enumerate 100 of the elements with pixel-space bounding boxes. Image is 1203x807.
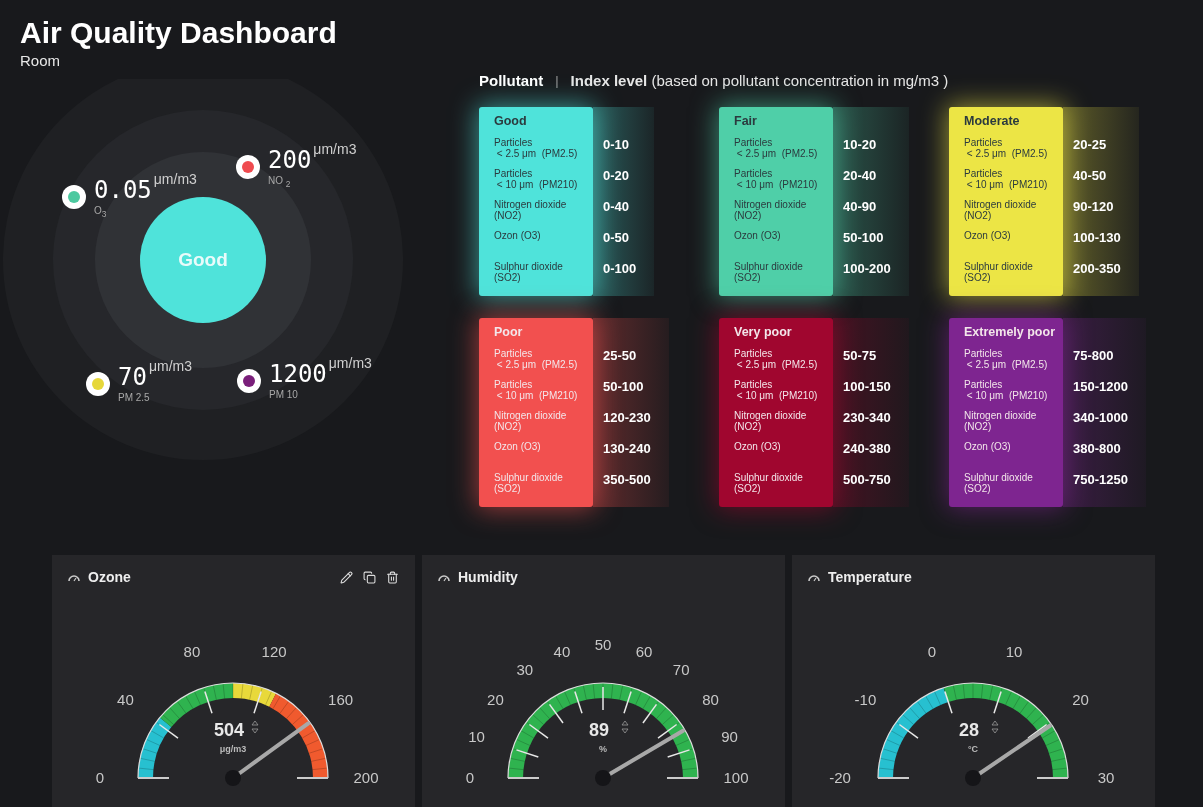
pollutant-name: Particles < 10 μm (PM210): [494, 168, 579, 192]
range-value: 230-340: [843, 410, 891, 427]
pollutant-name: Particles < 2.5 μm (PM2.5): [494, 137, 579, 161]
range-value: 20-25: [1073, 137, 1108, 154]
range-value: 100-150: [843, 379, 891, 396]
reading-unit: μm/m3: [328, 355, 372, 371]
pollutant-name: Sulphur dioxide (SO2): [494, 261, 564, 285]
pollutant-name: Particles < 2.5 μm (PM2.5): [734, 348, 819, 372]
stepper-icon[interactable]: [621, 720, 629, 734]
pollutant-name: Particles < 2.5 μm (PM2.5): [734, 137, 819, 161]
edit-icon[interactable]: [340, 570, 353, 584]
reading-unit: μm/m3: [313, 141, 357, 157]
tick-label: 30: [516, 661, 534, 679]
tick-label: 0: [465, 769, 475, 786]
pollutant-name: Particles < 2.5 μm (PM2.5): [964, 137, 1049, 161]
panel-title: Temperature: [828, 569, 913, 585]
range-value: 100-130: [1073, 230, 1121, 247]
range-value: 350-500: [603, 472, 651, 489]
level-name: Moderate: [964, 113, 1021, 130]
tick-label: -20: [829, 769, 851, 786]
level-name: Extremely poor: [964, 324, 1056, 341]
level-name: Poor: [494, 324, 524, 341]
pollutant-name: Particles < 10 μm (PM210): [964, 168, 1049, 192]
pollutant-name: Ozon (O3): [734, 441, 782, 454]
reading-unit: μm/m3: [153, 171, 197, 187]
pollutant-name: Sulphur dioxide (SO2): [964, 261, 1034, 285]
pollutant-name: Ozon (O3): [964, 441, 1012, 454]
pollutant-name: Nitrogen dioxide (NO2): [734, 410, 808, 434]
range-value: 150-1200: [1073, 379, 1128, 396]
pollutant-name: Nitrogen dioxide (NO2): [964, 199, 1038, 223]
reading-value: 200: [268, 145, 312, 175]
tick-label: 80: [702, 690, 719, 708]
range-value: 750-1250: [1073, 472, 1128, 489]
pollutant-name: Particles < 10 μm (PM210): [734, 379, 819, 403]
pollutant-heading: Pollutant: [479, 71, 544, 89]
stepper-icon[interactable]: [991, 720, 999, 734]
tick-label: 10: [468, 727, 485, 745]
level-name: Very poor: [734, 324, 793, 341]
pollutant-name: Ozon (O3): [494, 230, 542, 243]
separator: |: [555, 72, 559, 88]
tick-label: 160: [328, 690, 354, 708]
pollutant-name: Sulphur dioxide (SO2): [964, 472, 1034, 496]
tick-label: 20: [487, 690, 504, 708]
range-value: 130-240: [603, 441, 651, 458]
range-value: 50-100: [843, 230, 885, 247]
pollutant-label: NO $_{2}$: [268, 175, 292, 189]
tick-label: -10: [854, 690, 877, 708]
room-label: Room: [20, 52, 61, 69]
tick-label: 90: [721, 727, 738, 745]
range-value: 200-350: [1073, 261, 1121, 278]
pollutant-label: PM 10: [269, 389, 299, 400]
range-value: 500-750: [843, 472, 891, 489]
panel-title: Humidity: [458, 569, 519, 585]
tick-label: 0: [927, 642, 937, 660]
pollutant-name: Nitrogen dioxide (NO2): [494, 410, 568, 434]
panel-title: Ozone: [88, 569, 132, 585]
gauge-value: 89: [589, 720, 609, 740]
delete-icon[interactable]: [386, 570, 399, 584]
gauge-value: 504: [214, 720, 244, 740]
range-value: 90-120: [1073, 199, 1115, 216]
range-value: 340-1000: [1073, 410, 1128, 427]
tick-label: 40: [117, 690, 134, 708]
gauge-unit: %: [599, 744, 607, 754]
gauge-icon: [438, 572, 450, 582]
tick-label: 20: [1072, 690, 1089, 708]
gauge-unit: °C: [967, 744, 979, 754]
pollutant-name: Nitrogen dioxide (NO2): [494, 199, 568, 223]
dashboard-title: Air Quality Dashboard: [20, 16, 338, 50]
pollutant-name: Ozon (O3): [734, 230, 782, 243]
pollutant-name: Particles < 10 μm (PM210): [734, 168, 819, 192]
range-value: 0-50: [603, 230, 631, 247]
range-value: 380-800: [1073, 441, 1122, 458]
range-value: 20-40: [843, 168, 878, 185]
range-value: 75-800: [1073, 348, 1115, 365]
pollutant-name: Ozon (O3): [964, 230, 1012, 243]
tick-label: 70: [672, 661, 690, 679]
pollutant-name: Sulphur dioxide (SO2): [494, 472, 564, 496]
tick-label: 60: [635, 642, 653, 660]
range-value: 40-50: [1073, 168, 1108, 185]
tick-label: 100: [723, 769, 749, 786]
pollutant-name: Sulphur dioxide (SO2): [734, 261, 804, 285]
range-value: 0-100: [603, 261, 637, 278]
tick-label: 0: [95, 769, 105, 786]
range-value: 0-40: [603, 199, 631, 216]
pollutant-name: Ozon (O3): [494, 441, 542, 454]
level-name: Fair: [734, 113, 758, 130]
tick-label: 40: [553, 642, 571, 660]
range-value: 100-200: [843, 261, 891, 278]
reading-value: 1200: [269, 359, 327, 389]
reading-value: 70: [118, 362, 147, 392]
gauge-icon: [808, 572, 820, 582]
range-value: 50-75: [843, 348, 878, 365]
tick-label: 30: [1097, 769, 1115, 786]
copy-icon[interactable]: [363, 570, 376, 584]
pollutant-name: Nitrogen dioxide (NO2): [964, 410, 1038, 434]
tick-label: 120: [261, 642, 287, 660]
stepper-icon[interactable]: [251, 720, 259, 734]
tick-label: 80: [183, 642, 201, 660]
tick-label: 200: [353, 769, 379, 786]
pollutant-label: O$_{3}$: [94, 205, 108, 219]
